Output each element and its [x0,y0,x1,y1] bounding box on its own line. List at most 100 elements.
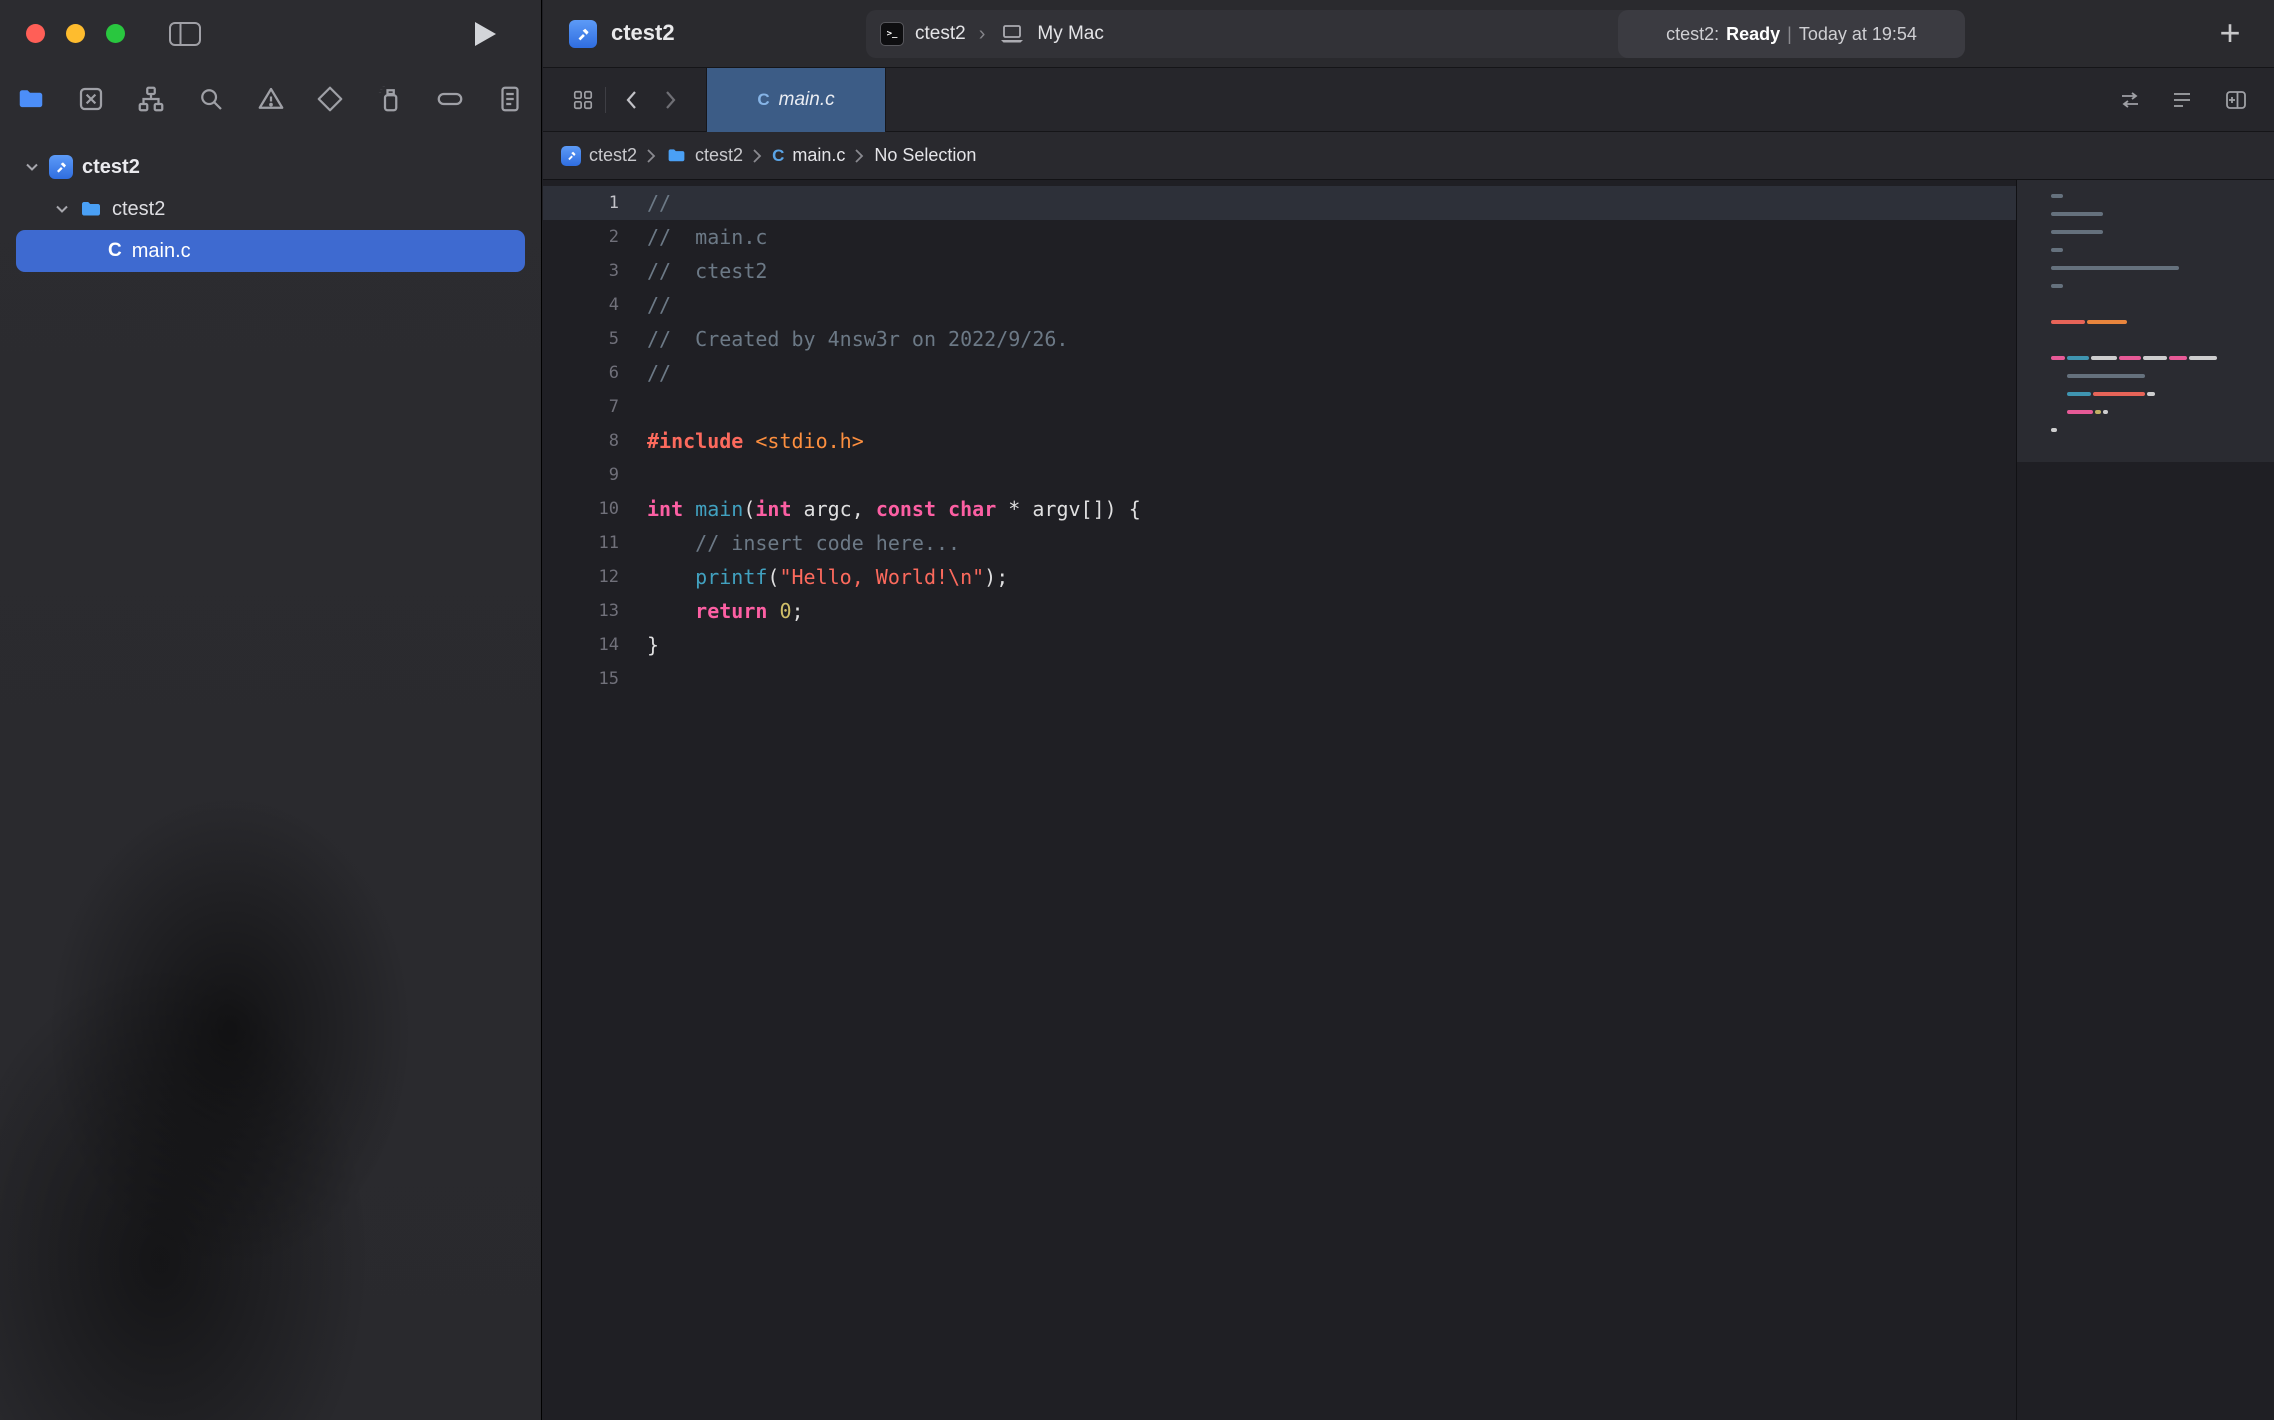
code-line[interactable]: 8#include <stdio.h> [543,424,2016,458]
issue-navigator-tab[interactable] [254,82,288,116]
jump-bar-item-project[interactable]: ctest2 [561,145,637,166]
code-line[interactable]: 6// [543,356,2016,390]
debug-navigator-tab[interactable] [373,82,407,116]
folder-icon [666,145,687,166]
c-file-icon: C [757,90,769,110]
forward-button[interactable] [653,68,687,132]
close-button[interactable] [26,24,45,43]
code-line[interactable]: 10int main(int argc, const char * argv[]… [543,492,2016,526]
code-line[interactable]: 12 printf("Hello, World!\n"); [543,560,2016,594]
tree-item-project[interactable]: ctest2 [0,146,541,188]
tree-item-label: ctest2 [82,156,140,179]
chevron-down-icon [54,201,70,217]
line-number: 15 [543,662,619,696]
tree-item-file-selected[interactable]: C main.c [16,230,525,272]
code-text [619,662,647,696]
line-number: 7 [543,390,619,424]
file-tree: ctest2 ctest2 C main.c [0,146,541,272]
code-line[interactable]: 1// [543,186,2016,220]
hammer-icon [53,159,69,175]
code-line[interactable]: 9 [543,458,2016,492]
symbol-navigator-tab[interactable] [134,82,168,116]
chevron-right-icon [752,147,763,165]
code-line[interactable]: 5// Created by 4nsw3r on 2022/9/26. [543,322,2016,356]
tab-main-c[interactable]: C main.c [706,68,886,132]
tab-label: main.c [779,89,835,111]
code-line[interactable]: 14} [543,628,2016,662]
status-state: Ready [1726,24,1780,45]
square-x-icon [76,84,106,114]
code-text: // [619,186,671,220]
line-number: 9 [543,458,619,492]
minimap-line [2051,428,2217,446]
minimap-line [2051,320,2217,338]
code-text: #include <stdio.h> [619,424,864,458]
code-text: printf("Hello, World!\n"); [619,560,1008,594]
xcode-window: ctest2 ctest2 C main.c ctest2 [0,0,2274,1420]
chevron-right-icon [660,88,680,112]
minimap-line [2051,230,2217,248]
code-text: // ctest2 [619,254,767,288]
line-number: 14 [543,628,619,662]
play-icon [472,20,498,48]
source-control-navigator-tab[interactable] [74,82,108,116]
code-line[interactable]: 7 [543,390,2016,424]
editor-options-button[interactable] [2164,68,2200,132]
add-editor-button[interactable] [2218,68,2254,132]
status-time: Today at 19:54 [1799,24,1917,45]
code-line[interactable]: 15 [543,662,2016,696]
line-number: 10 [543,492,619,526]
c-file-icon: C [108,240,122,262]
warning-triangle-icon [256,84,286,114]
minimap-line [2051,248,2217,266]
jump-bar-label: ctest2 [589,145,637,166]
run-button[interactable] [472,20,498,48]
scheme-destination-label: My Mac [1037,23,1104,45]
code-review-button[interactable] [2112,68,2148,132]
report-navigator-tab[interactable] [493,82,527,116]
chevron-right-icon [646,147,657,165]
hammer-icon [565,149,578,162]
navigator-sidebar: ctest2 ctest2 C main.c [0,0,542,1420]
minimap-line [2051,374,2217,392]
chevron-down-icon [24,159,40,175]
line-number: 1 [543,186,619,220]
code-line[interactable]: 11 // insert code here... [543,526,2016,560]
tree-item-group[interactable]: ctest2 [0,188,541,230]
code-text [619,458,647,492]
jump-bar-item-file[interactable]: C main.c [772,145,845,166]
source-editor[interactable]: 1//2// main.c3// ctest24//5// Created by… [543,180,2016,1420]
c-file-icon: C [772,146,784,166]
jump-bar-item-selection[interactable]: No Selection [874,145,976,166]
library-add-button[interactable]: + [2208,8,2252,58]
project-navigator-tab[interactable] [14,82,48,116]
split-editor-icon [2224,88,2248,112]
toolbar: ctest2 >_ ctest2 › My Mac ctest2: Ready … [543,0,2274,68]
activity-status: ctest2: Ready | Today at 19:54 [1618,10,1965,58]
laptop-icon [998,23,1026,45]
code-line[interactable]: 3// ctest2 [543,254,2016,288]
status-divider: | [1787,24,1792,45]
line-number: 13 [543,594,619,628]
hammer-icon [574,25,592,43]
compare-arrows-icon [2118,88,2142,112]
code-line[interactable]: 4// [543,288,2016,322]
minimap[interactable] [2016,180,2274,1420]
test-navigator-tab[interactable] [313,82,347,116]
zoom-button[interactable] [106,24,125,43]
jump-bar: ctest2 ctest2 C main.c No Selection [543,132,2274,180]
minimize-button[interactable] [66,24,85,43]
code-line[interactable]: 13 return 0; [543,594,2016,628]
editor-tab-bar: C main.c [543,68,2274,132]
scheme-selector[interactable]: >_ ctest2 › My Mac [866,22,1104,46]
sidebar-toggle-button[interactable] [168,20,202,48]
line-number: 3 [543,254,619,288]
breakpoint-navigator-tab[interactable] [433,82,467,116]
line-number: 5 [543,322,619,356]
find-navigator-tab[interactable] [194,82,228,116]
folder-icon [79,197,103,221]
back-button[interactable] [615,68,649,132]
code-line[interactable]: 2// main.c [543,220,2016,254]
related-items-button[interactable] [565,68,601,132]
jump-bar-item-group[interactable]: ctest2 [666,145,743,166]
